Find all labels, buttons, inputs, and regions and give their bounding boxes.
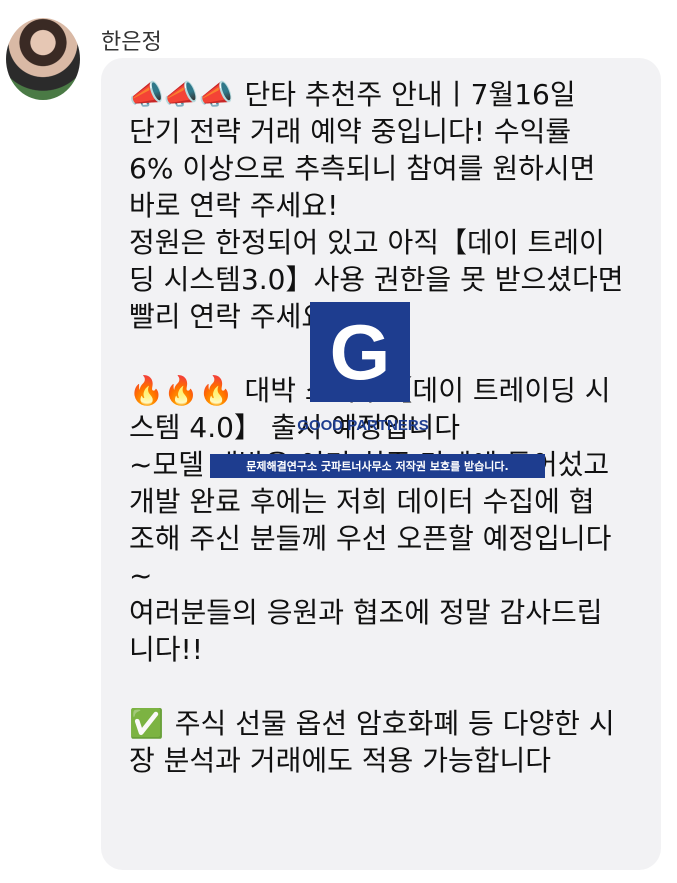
emoji-icon: 📣📣📣	[129, 78, 234, 111]
watermark-copyright: 문제해결연구소 굿파트너사무소 저작권 보호를 받습니다.	[210, 454, 545, 478]
message-line	[129, 668, 639, 705]
message-text: 조해 주신 분들께 우선 오픈할 예정입니다	[129, 522, 612, 555]
message-text: 장 분석과 거래에도 적용 가능합니다	[129, 744, 552, 777]
message-line: 바로 연락 주세요!	[129, 187, 639, 224]
message-text: 바로 연락 주세요!	[129, 189, 339, 222]
message-line: 딩 시스템3.0】사용 권한을 못 받으셨다면	[129, 261, 639, 298]
message-text: 니다!!	[129, 633, 203, 666]
message-line: 📣📣📣 단타 추천주 안내丨7월16일	[129, 76, 639, 113]
message-line: 여러분들의 응원과 협조에 정말 감사드립	[129, 594, 639, 631]
message-line: 개발 완료 후에는 저희 데이터 수집에 협	[129, 483, 639, 520]
watermark-logo: G	[310, 302, 410, 402]
message-text: ~	[129, 559, 153, 592]
sender-avatar[interactable]	[6, 18, 80, 100]
watermark-brand: GOOD PARTNERS	[297, 417, 429, 434]
emoji-icon: ✅	[129, 707, 164, 740]
watermark: G GOOD PARTNERS 문제해결연구소 굿파트너사무소 저작권 보호를 …	[210, 302, 545, 482]
message-line: 장 분석과 거래에도 적용 가능합니다	[129, 742, 639, 779]
message-line: 조해 주신 분들께 우선 오픈할 예정입니다	[129, 520, 639, 557]
message-text: 단기 전략 거래 예약 중입니다! 수익률	[129, 115, 572, 148]
message-line: 단기 전략 거래 예약 중입니다! 수익률	[129, 113, 639, 150]
message-line: ~	[129, 557, 639, 594]
message-text: 주식 선물 옵션 암호화폐 등 다양한 시	[165, 707, 615, 740]
message-line: 니다!!	[129, 631, 639, 668]
message-text: 정원은 한정되어 있고 아직【데이 트레이	[129, 226, 605, 259]
sender-name: 한은정	[101, 30, 162, 55]
message-text: 6% 이상으로 추측되니 참여를 원하시면	[129, 152, 596, 185]
message-text: 단타 추천주 안내丨7월16일	[235, 78, 576, 111]
message-line: 6% 이상으로 추측되니 참여를 원하시면	[129, 150, 639, 187]
message-text: 개발 완료 후에는 저희 데이터 수집에 협	[129, 485, 595, 518]
message-text: 딩 시스템3.0】사용 권한을 못 받으셨다면	[129, 263, 624, 296]
message-line: ✅ 주식 선물 옵션 암호화폐 등 다양한 시	[129, 705, 639, 742]
message-line: 정원은 한정되어 있고 아직【데이 트레이	[129, 224, 639, 261]
message-text: 여러분들의 응원과 협조에 정말 감사드립	[129, 596, 603, 629]
